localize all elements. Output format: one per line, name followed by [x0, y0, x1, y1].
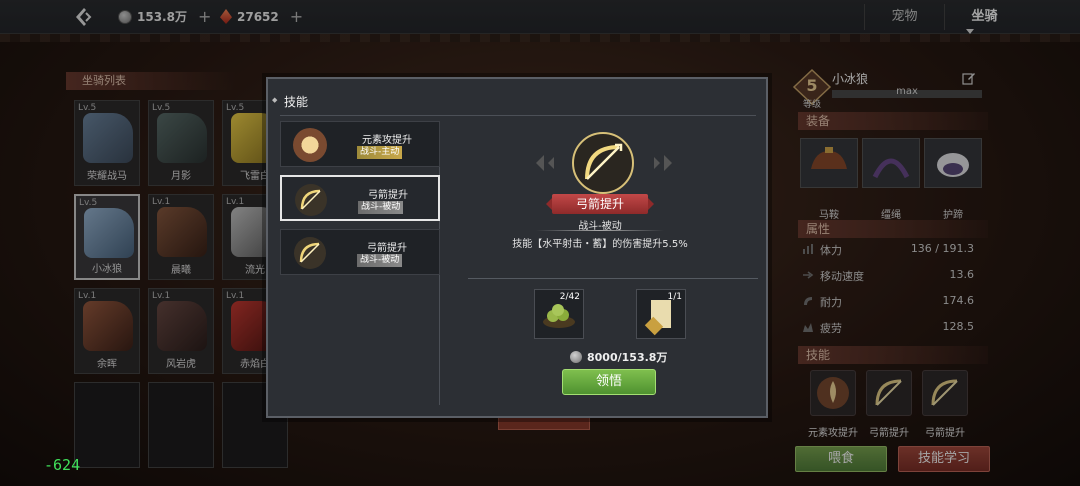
- debug-counter: -624: [44, 456, 81, 474]
- game-screen: 153.8万 + 27652 + 宠物 坐骑 坐骑列表 Lv.5 荣耀战马 Lv…: [0, 0, 1080, 486]
- skill-name: 元素攻提升: [362, 135, 412, 146]
- divider: [536, 230, 664, 231]
- skill-modal: 技能 元素攻提升 战斗-主动 弓箭提升 战斗-被动 弓箭提升 战斗-被动: [266, 77, 768, 418]
- divider: [468, 278, 758, 279]
- skill-tag: 战斗-被动: [357, 254, 403, 267]
- skill-name: 弓箭提升: [367, 243, 407, 254]
- skill-name: 弓箭提升: [368, 190, 408, 201]
- material-slot-fruit[interactable]: 2/42: [534, 289, 584, 339]
- decorative-ornament-icon: [646, 151, 674, 175]
- decorative-ornament-icon: [534, 151, 562, 175]
- material-slot-scroll[interactable]: 1/1: [636, 289, 686, 339]
- silver-coin-icon: [570, 351, 582, 363]
- bow-skill-large-icon: [571, 131, 635, 195]
- cost-amount: 8000/153.8万: [587, 351, 668, 364]
- skill-name-banner: 弓箭提升: [546, 194, 654, 214]
- skill-list-item-selected[interactable]: 弓箭提升 战斗-被动: [280, 175, 440, 221]
- material-count: 1/1: [667, 292, 682, 302]
- learn-cost: 8000/153.8万: [570, 349, 667, 365]
- skill-list-item[interactable]: 元素攻提升 战斗-主动: [280, 121, 440, 167]
- skill-list-item[interactable]: 弓箭提升 战斗-被动: [280, 229, 440, 275]
- skill-list: 元素攻提升 战斗-主动 弓箭提升 战斗-被动 弓箭提升 战斗-被动: [280, 121, 440, 405]
- bow-icon: [294, 183, 328, 217]
- element-fire-icon: [293, 128, 327, 162]
- modal-title: 技能: [272, 93, 308, 110]
- skill-tag: 战斗-主动: [357, 146, 403, 159]
- comprehend-button[interactable]: 领悟: [562, 369, 656, 395]
- bow-icon: [293, 236, 327, 270]
- skill-detail: 弓箭提升 战斗-被动 技能【水平射击・蓄】的伤害提升5.5% 2/42 1/1 …: [442, 121, 758, 405]
- material-count: 2/42: [559, 292, 580, 302]
- skill-description: 技能【水平射击・蓄】的伤害提升5.5%: [512, 239, 688, 250]
- divider: [280, 115, 756, 116]
- skill-tag: 战斗-被动: [358, 201, 404, 214]
